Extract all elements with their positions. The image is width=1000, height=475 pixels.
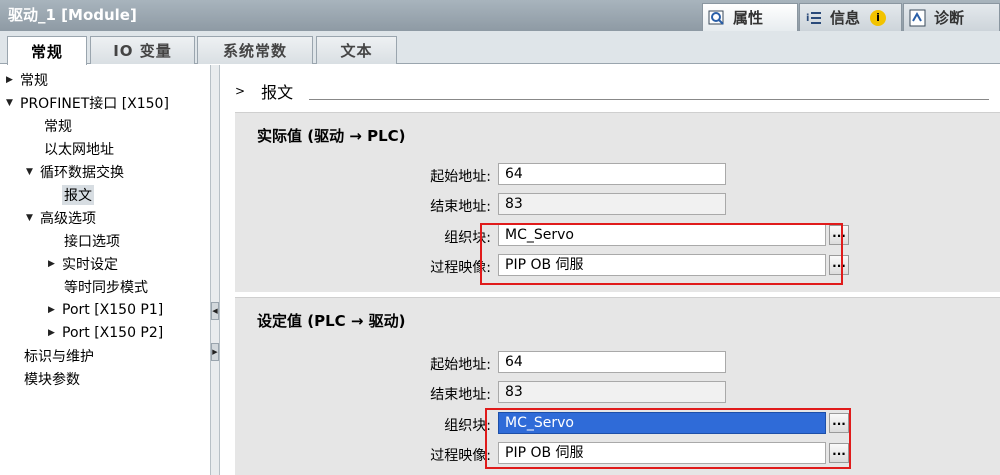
- setpoint-start-address-input[interactable]: 64: [498, 351, 726, 373]
- section-divider: [309, 98, 990, 100]
- expanded-arrow-icon[interactable]: ▼: [26, 167, 40, 177]
- expand-right-icon[interactable]: ▶: [211, 343, 219, 361]
- panel-splitter[interactable]: ◀ ▶: [210, 65, 220, 475]
- actual-start-address-input[interactable]: 64: [498, 163, 726, 185]
- tree-item-port-p2[interactable]: ▶ Port [X150 P2]: [48, 321, 163, 344]
- title-bar: 驱动_1 [Module] 属性 i 信息 i 诊断: [0, 0, 1000, 31]
- window-title: 驱动_1 [Module]: [8, 6, 137, 24]
- tree-item-label: 报文: [62, 184, 94, 205]
- tree-item-telegram[interactable]: 报文: [62, 183, 94, 206]
- setpoint-end-address-field: 83: [498, 381, 726, 403]
- expanded-arrow-icon[interactable]: ▼: [26, 213, 40, 223]
- highlight-box: [485, 408, 851, 469]
- collapsed-arrow-icon[interactable]: ▶: [6, 75, 20, 85]
- tab-system-constants[interactable]: 系统常数: [197, 36, 313, 64]
- section-header: > 报文: [235, 79, 990, 103]
- tree-item-general[interactable]: ▶ 常规: [6, 68, 48, 91]
- tree-item-label: 以太网地址: [44, 141, 114, 158]
- actual-values-title: 实际值 (驱动 → PLC): [257, 127, 406, 145]
- tree-item-label: 实时设定: [62, 256, 118, 273]
- collapsed-arrow-icon[interactable]: ▶: [48, 328, 62, 338]
- tree-item-cyclic-data[interactable]: ▼ 循环数据交换: [26, 160, 124, 183]
- tree-item-module-parameters[interactable]: 模块参数: [24, 367, 80, 390]
- tree-item-interface-options[interactable]: 接口选项: [64, 229, 120, 252]
- highlight-box: [480, 223, 843, 285]
- expanded-arrow-icon[interactable]: ▼: [6, 98, 20, 108]
- tree-item-label: 等时同步模式: [64, 279, 148, 296]
- navigation-tree: ▶ 常规 ▼ PROFINET接口 [X150] 常规 以太网地址 ▼ 循环数据交换 …: [0, 65, 210, 475]
- tree-item-label: 循环数据交换: [40, 164, 124, 181]
- tree-item-ethernet-address[interactable]: 以太网地址: [44, 137, 114, 160]
- info-list-icon: i: [804, 8, 824, 28]
- tab-info-label: 信息: [830, 9, 861, 27]
- tree-item-advanced-options[interactable]: ▼ 高级选项: [26, 206, 96, 229]
- tab-io-tags[interactable]: IO 变量: [90, 36, 195, 64]
- diagnostics-icon: [908, 8, 928, 28]
- tree-item-label: 标识与维护: [24, 348, 94, 365]
- tab-info[interactable]: i 信息 i: [799, 3, 902, 31]
- properties-panel: > 报文 实际值 (驱动 → PLC) 起始地址: 64 结束地址: 83 组织…: [221, 65, 1000, 475]
- tree-item-label: 常规: [44, 118, 72, 135]
- properties-icon: [707, 8, 727, 28]
- tree-item-label: Port [X150 P1]: [62, 301, 164, 318]
- tree-item-label: 高级选项: [40, 210, 96, 227]
- tab-bar: 常规 IO 变量 系统常数 文本: [0, 31, 1000, 65]
- tree-item-label: 接口选项: [64, 233, 120, 250]
- tree-item-realtime-settings[interactable]: ▶ 实时设定: [48, 252, 118, 275]
- tab-properties[interactable]: 属性: [702, 3, 798, 31]
- tree-item-label: 常规: [20, 72, 48, 89]
- tab-diagnostics-label: 诊断: [934, 9, 965, 27]
- tree-item-label: 模块参数: [24, 371, 80, 388]
- tab-texts[interactable]: 文本: [316, 36, 397, 64]
- info-icon: i: [870, 9, 887, 26]
- chevron-right-icon: >: [235, 84, 246, 98]
- setpoint-values-title: 设定值 (PLC → 驱动): [257, 312, 406, 330]
- tab-properties-label: 属性: [733, 9, 764, 27]
- tree-item-isochronous-mode[interactable]: 等时同步模式: [64, 275, 148, 298]
- tree-item-profinet[interactable]: ▼ PROFINET接口 [X150]: [6, 91, 169, 114]
- tree-item-label: Port [X150 P2]: [62, 324, 164, 341]
- actual-start-address-row: 起始地址: 64: [235, 163, 1000, 185]
- tree-item-identification-maintenance[interactable]: 标识与维护: [24, 344, 94, 367]
- collapsed-arrow-icon[interactable]: ▶: [48, 305, 62, 315]
- tab-diagnostics[interactable]: 诊断: [903, 3, 1000, 31]
- collapse-left-icon[interactable]: ◀: [211, 302, 219, 320]
- setpoint-end-address-row: 结束地址: 83: [235, 381, 1000, 403]
- tree-item-label: PROFINET接口 [X150]: [20, 95, 169, 112]
- field-label: 起始地址:: [430, 169, 491, 185]
- field-label: 起始地址:: [430, 357, 491, 373]
- setpoint-start-address-row: 起始地址: 64: [235, 351, 1000, 373]
- collapsed-arrow-icon[interactable]: ▶: [48, 259, 62, 269]
- svg-text:i: i: [806, 13, 809, 24]
- tree-item-port-p1[interactable]: ▶ Port [X150 P1]: [48, 298, 163, 321]
- field-label: 过程映像:: [430, 448, 491, 464]
- actual-end-address-field: 83: [498, 193, 726, 215]
- field-label: 结束地址:: [430, 199, 491, 215]
- actual-end-address-row: 结束地址: 83: [235, 193, 1000, 215]
- field-label: 组织块:: [444, 418, 491, 434]
- tree-item-profinet-general[interactable]: 常规: [44, 114, 72, 137]
- tab-general[interactable]: 常规: [7, 36, 87, 65]
- field-label: 结束地址:: [430, 387, 491, 403]
- section-title: 报文: [261, 83, 294, 102]
